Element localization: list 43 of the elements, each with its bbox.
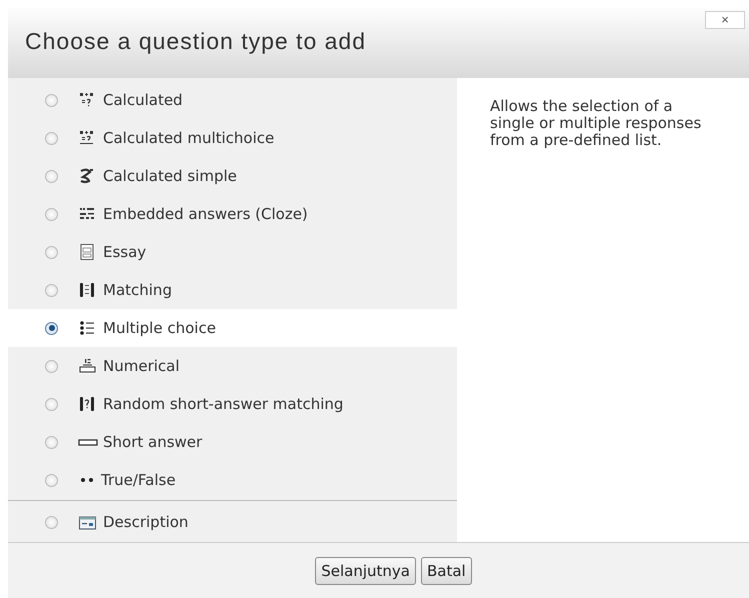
- option-label: Matching: [103, 281, 172, 299]
- question-type-option[interactable]: Matching: [8, 271, 457, 309]
- question-type-option[interactable]: Essay: [8, 233, 457, 271]
- option-label: Embedded answers (Cloze): [103, 205, 308, 223]
- question-type-option[interactable]: Calculated multichoice: [8, 119, 457, 157]
- option-label: Multiple choice: [103, 319, 216, 337]
- option-label: Calculated: [103, 91, 183, 109]
- option-label: Calculated multichoice: [103, 129, 274, 147]
- radio-button[interactable]: [45, 516, 58, 528]
- two-dots-icon: [81, 478, 93, 482]
- option-label: Calculated simple: [103, 167, 237, 185]
- dialog-title: Choose a question type to add: [25, 28, 366, 55]
- option-label: Random short-answer matching: [103, 395, 344, 413]
- question-type-option[interactable]: Short answer: [8, 423, 457, 461]
- radio-button[interactable]: [45, 474, 58, 486]
- number-box-icon: [78, 357, 98, 375]
- question-type-option[interactable]: Calculated simple: [8, 157, 457, 195]
- radio-button[interactable]: [45, 94, 58, 106]
- option-label: Essay: [103, 243, 146, 261]
- option-label: Description: [103, 513, 188, 531]
- radio-button[interactable]: [45, 322, 58, 334]
- radio-button[interactable]: [45, 284, 58, 296]
- radio-button[interactable]: [45, 360, 58, 372]
- close-button[interactable]: ×: [705, 11, 745, 29]
- question-type-option[interactable]: Numerical: [8, 347, 457, 385]
- question-type-option[interactable]: Calculated: [8, 81, 457, 119]
- question-type-option[interactable]: True/False: [8, 461, 457, 499]
- option-label: True/False: [101, 471, 176, 489]
- radio-button[interactable]: [45, 208, 58, 220]
- dialog-button[interactable]: Selanjutnya: [315, 556, 416, 584]
- radio-button[interactable]: [45, 246, 58, 258]
- dialog-button[interactable]: Batal: [421, 556, 472, 584]
- question-type-option[interactable]: Embedded answers (Cloze): [8, 195, 457, 233]
- radio-button[interactable]: [45, 436, 58, 448]
- radio-button[interactable]: [45, 170, 58, 182]
- radio-button[interactable]: [45, 398, 58, 410]
- radio-button[interactable]: [45, 132, 58, 144]
- question-type-option[interactable]: Random short-answer matching: [8, 385, 457, 423]
- type-description: Allows the selection of a single or multiple responses from a pre-defined list.: [490, 98, 702, 149]
- question-type-option[interactable]: Multiple choice: [8, 309, 457, 347]
- question-type-option[interactable]: Description: [8, 503, 457, 541]
- option-label: Short answer: [103, 433, 202, 451]
- option-label: Numerical: [103, 357, 180, 375]
